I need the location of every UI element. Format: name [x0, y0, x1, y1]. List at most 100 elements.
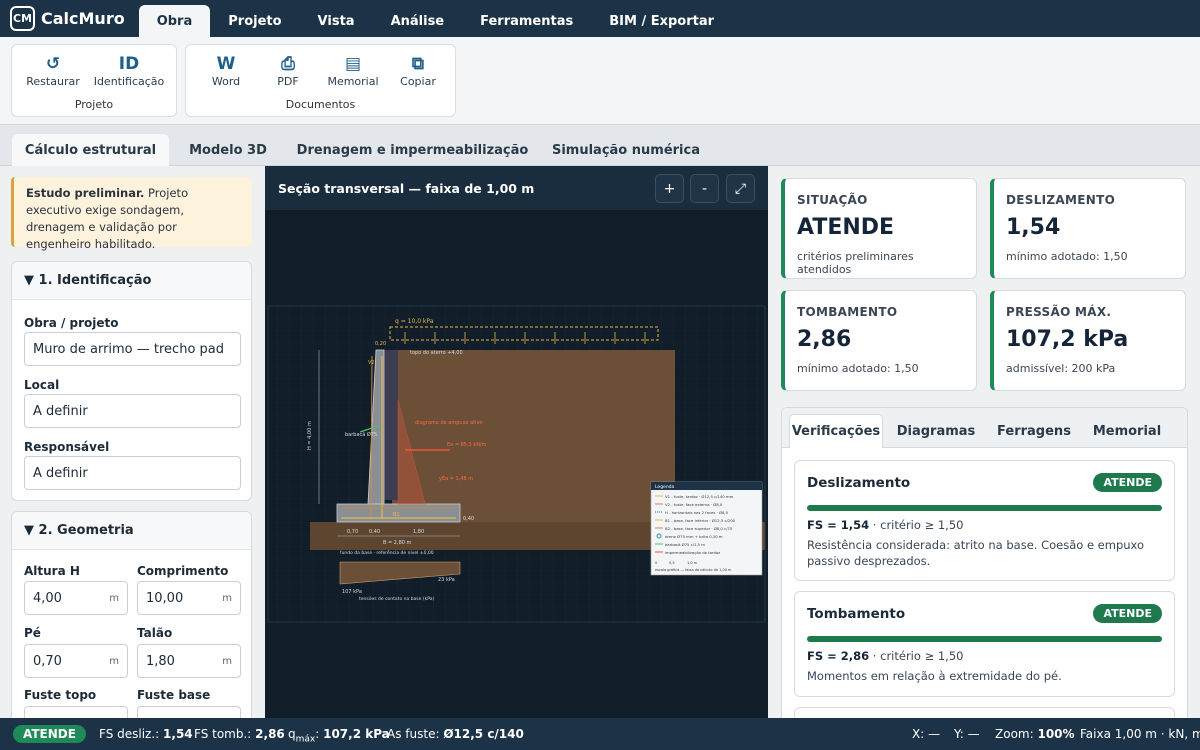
status-bar: ATENDE FS desliz.: 1,54 FS tomb.: 2,86 q… [0, 718, 1200, 750]
status-x: X: — [912, 727, 941, 741]
check-title: Tombamento [807, 606, 906, 622]
main-menu: Obra Projeto Vista Análise Ferramentas B… [138, 0, 732, 37]
tab-calculo-estrutural[interactable]: Cálculo estrutural [12, 134, 169, 166]
legend-item: H - horizontais nas 2 faces · Ø8,0 [665, 510, 729, 515]
check-progress-bar [807, 636, 1162, 642]
base-width-label: B = 2,80 m [383, 540, 412, 546]
topo-label: topo do aterro +4,00 [410, 350, 463, 356]
zoom-in-button[interactable]: + [655, 174, 684, 203]
zoom-out-button[interactable]: - [690, 174, 719, 203]
fuste-topo-input[interactable] [24, 706, 128, 718]
status-desliz-value: 1,54 [163, 727, 193, 741]
kpi-label: PRESSÃO MÁX. [1006, 305, 1112, 319]
kpi-sub: admissível: 200 kPa [1006, 362, 1116, 375]
ribbon: ↺ Restaurar ID Identificação Projeto W W… [0, 37, 1200, 125]
status-zoom-label: Zoom: [995, 727, 1034, 741]
status-as-value: Ø12,5 c/140 [443, 727, 524, 741]
section-title: Seção transversal — faixa de 1,00 m [278, 180, 535, 196]
kpi-sub: mínimo adotado: 1,50 [1006, 250, 1128, 263]
menu-projeto[interactable]: Projeto [210, 5, 299, 37]
drawing-legend: Legenda V1 - fuste, tardoz · Ø12,5 c/140… [650, 481, 763, 576]
legend-item: V1 - fuste, tardoz · Ø12,5 c/140 mm [665, 494, 734, 499]
menu-obra[interactable]: Obra [138, 5, 211, 37]
app-name: CalcMuro [41, 9, 125, 28]
status-zoom-value: 100% [1037, 727, 1075, 741]
app-logo: CM CalcMuro [0, 0, 135, 37]
tab-verificacoes[interactable]: Verificações [789, 414, 883, 448]
kpi-label: TOMBAMENTO [797, 305, 898, 319]
kpi-value: 2,86 [797, 327, 852, 352]
restore-button[interactable]: ↺ Restaurar [20, 53, 86, 88]
top-menu-bar: CM CalcMuro Obra Projeto Vista Análise F… [0, 0, 1200, 37]
word-button[interactable]: W Word [196, 53, 256, 88]
verification-panel: Verificações Diagramas Ferragens Memoria… [781, 407, 1188, 718]
obra-input[interactable]: Muro de arrimo — trecho pad [24, 332, 241, 366]
menu-bim-exportar[interactable]: BIM / Exportar [591, 5, 732, 37]
copy-icon: ⧉ [411, 54, 425, 74]
status-zoom: Zoom: 100% [995, 727, 1075, 741]
menu-vista[interactable]: Vista [300, 5, 373, 37]
status-tomb-value: 2,86 [255, 727, 285, 741]
legend-title: Legenda [655, 484, 675, 490]
legend-scale-tick: 1,0 m [687, 561, 698, 565]
status-badge: ATENDE [13, 725, 86, 743]
legend-scale-tick: 0,5 [669, 561, 675, 565]
status-badge: ATENDE [1093, 604, 1162, 623]
responsavel-input[interactable]: A definir [24, 456, 241, 490]
geometry-header[interactable]: ▼ 2. Geometria [12, 512, 251, 550]
status-badge: ATENDE [1093, 473, 1162, 492]
memorial-icon: ▤ [344, 54, 362, 74]
talao-label: Talão [137, 626, 173, 640]
pe-unit: m [109, 655, 119, 667]
tab-memorial[interactable]: Memorial [1082, 414, 1172, 448]
kpi-tombamento: TOMBAMENTO 2,86 mínimo adotado: 1,50 [781, 290, 977, 391]
memorial-button[interactable]: ▤ Memorial [322, 53, 384, 88]
tab-drenagem[interactable]: Drenagem e impermeabilização [290, 134, 535, 166]
legend-item: B2 - base, face superior · Ø8,0 c/75 [665, 526, 733, 531]
tab-modelo-3d[interactable]: Modelo 3D [178, 134, 278, 166]
pe-input[interactable]: 0,70 m [24, 644, 128, 678]
b1-label: B1 [393, 512, 400, 518]
note-title: Estudo preliminar. [26, 186, 145, 200]
backfill-soil [392, 350, 675, 522]
talao-input[interactable]: 1,80 m [137, 644, 241, 678]
restore-icon: ↺ [45, 54, 61, 74]
fs-criterion: · critério ≥ 1,50 [869, 518, 964, 532]
fullscreen-button[interactable]: ⤢ [726, 174, 755, 203]
stem-dim: 0,40 [369, 529, 380, 535]
legend-scale: escala gráfica — faixa de cálculo de 1,0… [655, 568, 732, 572]
status-fs-tomb: FS tomb.: 2,86 [194, 727, 285, 741]
fuste-base-input[interactable] [137, 706, 241, 718]
ea-label: Ea = 65,3 kN/m [447, 442, 487, 448]
local-input[interactable]: A definir [24, 394, 241, 428]
tab-simulacao[interactable]: Simulação numérica [545, 134, 707, 166]
fs-value: FS = 1,54 [807, 518, 870, 532]
obra-label: Obra / projeto [24, 316, 119, 330]
tab-diagramas[interactable]: Diagramas [890, 414, 982, 448]
altura-unit: m [109, 592, 119, 604]
altura-value: 4,00 [33, 590, 62, 606]
pdf-icon: ⎙ [281, 54, 295, 74]
fuste-base-label: Fuste base [137, 688, 211, 702]
tab-ferragens[interactable]: Ferragens [988, 414, 1080, 448]
pdf-button[interactable]: ⎙ PDF [258, 53, 318, 88]
legend-item: V2 - fuste, face externa · Ø8,0 [665, 502, 723, 507]
altura-label: Altura H [24, 564, 80, 578]
check-progress-bar [807, 505, 1162, 511]
section-drawing[interactable]: q = 10,0 kPa topo do aterro +4,00 H = 4,… [265, 210, 768, 718]
ribbon-group-projeto: ↺ Restaurar ID Identificação Projeto [11, 44, 177, 117]
altura-input[interactable]: 4,00 m [24, 581, 128, 615]
status-as: As fuste: Ø12,5 c/140 [387, 727, 524, 741]
copy-button[interactable]: ⧉ Copiar [388, 53, 448, 88]
identification-button[interactable]: ID Identificação [92, 53, 166, 88]
menu-analise[interactable]: Análise [373, 5, 463, 37]
legend-item: impermeabilização do tardoz [665, 550, 720, 555]
menu-ferramentas[interactable]: Ferramentas [462, 5, 591, 37]
check-deslizamento: Deslizamento ATENDE FS = 1,54 · critério… [794, 460, 1175, 581]
identification-header[interactable]: ▼ 1. Identificação [12, 262, 251, 300]
ribbon-group-label: Documentos [285, 98, 356, 111]
legend-item: dreno Ø75 mm + brita 0,30 m [665, 534, 723, 539]
comprimento-input[interactable]: 10,00 m [137, 581, 241, 615]
kpi-sub: critérios preliminares atendidos [797, 250, 914, 276]
status-desliz-label: FS desliz.: [99, 727, 160, 741]
